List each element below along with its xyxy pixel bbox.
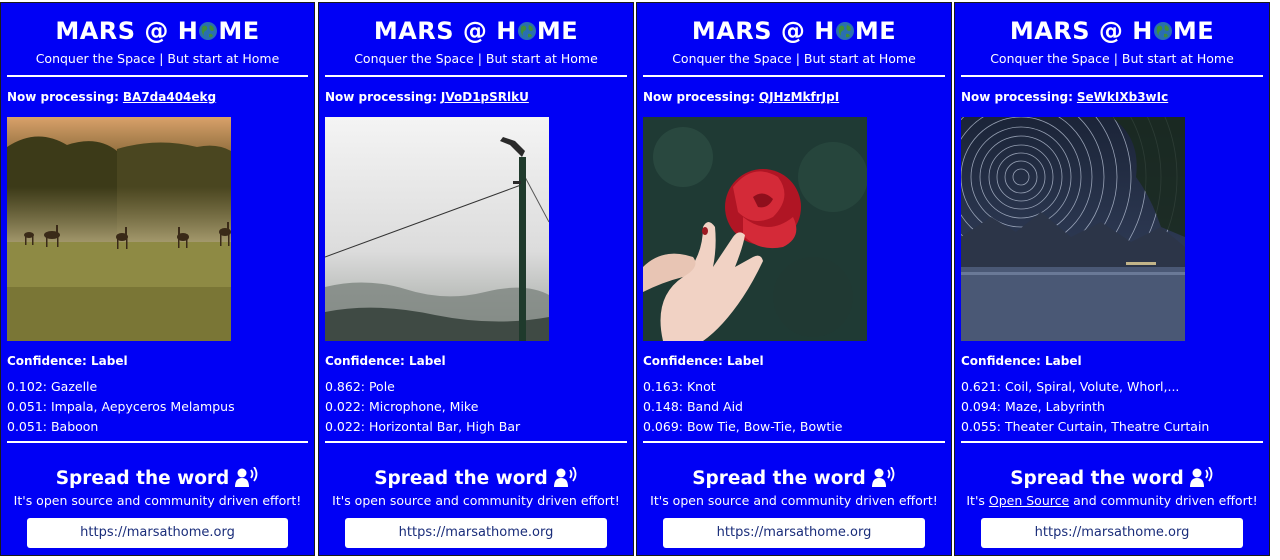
spread-title: Spread the word — [374, 468, 548, 489]
divider — [961, 441, 1263, 443]
title-left: MARS @ H — [55, 17, 199, 45]
image-id-link[interactable]: SeWkIXb3wIc — [1077, 90, 1168, 104]
processing-label: Now processing: — [961, 90, 1073, 104]
app-panel-4: MARS @ H ME Conquer the Space | But start… — [954, 2, 1270, 556]
spread-the-word-heading: Spread the word — [1, 466, 314, 492]
globe-icon — [517, 19, 537, 47]
processing-label: Now processing: — [643, 90, 755, 104]
image-id-link[interactable]: BA7da404ekg — [123, 90, 216, 104]
app-panel-2: MARS @ H ME Conquer the Space | But start… — [318, 2, 634, 556]
processing-status: Now processing: BA7da404ekg — [7, 90, 216, 104]
tagline-start: It's — [966, 493, 989, 508]
processing-label: Now processing: — [325, 90, 437, 104]
prediction-item: 0.022: Horizontal Bar, High Bar — [325, 419, 521, 434]
speaking-person-icon — [871, 466, 896, 492]
confidence-header: Confidence: Label — [643, 354, 764, 368]
processing-status: Now processing: QJHzMkfrJpI — [643, 90, 839, 104]
app-title: MARS @ H ME — [319, 17, 633, 47]
app-title: MARS @ H ME — [1, 17, 314, 47]
photo-utility-pole — [325, 117, 549, 341]
prediction-list: 0.102: Gazelle 0.051: Impala, Aepyceros … — [7, 377, 235, 437]
spread-title: Spread the word — [55, 468, 230, 489]
app-panel-3: MARS @ H ME Conquer the Space | But start… — [636, 2, 952, 556]
speaking-person-icon — [235, 466, 259, 492]
tagline-end: and community driven effort! — [1069, 493, 1258, 508]
spread-title: Spread the word — [692, 468, 866, 489]
divider — [961, 75, 1263, 77]
website-link-button[interactable]: https://marsathome.org — [345, 518, 607, 548]
processing-status: Now processing: JVoD1pSRlkU — [325, 90, 529, 104]
speaking-person-icon — [1189, 466, 1214, 492]
image-id-link[interactable]: JVoD1pSRlkU — [441, 90, 529, 104]
website-link-button[interactable]: https://marsathome.org — [981, 518, 1243, 548]
divider — [7, 441, 308, 443]
tagline: It's open source and community driven ef… — [13, 493, 302, 508]
divider — [7, 75, 308, 77]
spread-title: Spread the word — [1010, 468, 1184, 489]
photo-deer-field — [7, 117, 231, 341]
prediction-item: 0.055: Theater Curtain, Theatre Curtain — [961, 419, 1210, 434]
prediction-item: 0.094: Maze, Labyrinth — [961, 399, 1105, 414]
tagline: It's open source and community driven ef… — [332, 493, 620, 508]
website-link-button[interactable]: https://marsathome.org — [27, 518, 288, 548]
subtitle: Conquer the Space | But start at Home — [672, 51, 916, 66]
subtitle: Conquer the Space | But start at Home — [354, 51, 598, 66]
title-right: ME — [536, 17, 579, 45]
spread-the-word-heading: Spread the word — [637, 466, 951, 492]
app-panel-1: MARS @ H ME Conquer the Space | But start… — [0, 2, 315, 556]
subtitle: Conquer the Space | But start at Home — [990, 51, 1234, 66]
prediction-item: 0.163: Knot — [643, 379, 716, 394]
photo-star-trails — [961, 117, 1185, 341]
globe-icon — [198, 19, 218, 47]
processing-status: Now processing: SeWkIXb3wIc — [961, 90, 1168, 104]
tagline: It's open source and community driven ef… — [650, 493, 938, 508]
prediction-list: 0.862: Pole 0.022: Microphone, Mike 0.02… — [325, 377, 520, 437]
image-id-link[interactable]: QJHzMkfrJpI — [759, 90, 839, 104]
divider — [643, 441, 945, 443]
prediction-list: 0.163: Knot 0.148: Band Aid 0.069: Bow T… — [643, 377, 842, 437]
subtitle: Conquer the Space | But start at Home — [35, 51, 280, 66]
title-left: MARS @ H — [1009, 17, 1153, 45]
globe-icon — [1153, 19, 1173, 47]
prediction-item: 0.069: Bow Tie, Bow-Tie, Bowtie — [643, 419, 843, 434]
prediction-item: 0.102: Gazelle — [7, 379, 98, 394]
title-right: ME — [854, 17, 897, 45]
prediction-item: 0.051: Impala, Aepyceros Melampus — [7, 399, 235, 414]
website-link-button[interactable]: https://marsathome.org — [663, 518, 925, 548]
divider — [643, 75, 945, 77]
confidence-header: Confidence: Label — [7, 354, 128, 368]
processing-label: Now processing: — [7, 90, 119, 104]
prediction-item: 0.051: Baboon — [7, 419, 99, 434]
spread-the-word-heading: Spread the word — [955, 466, 1269, 492]
prediction-item: 0.022: Microphone, Mike — [325, 399, 479, 414]
prediction-item: 0.148: Band Aid — [643, 399, 743, 414]
confidence-header: Confidence: Label — [961, 354, 1082, 368]
spread-the-word-heading: Spread the word — [319, 466, 633, 492]
app-title: MARS @ H ME — [637, 17, 951, 47]
open-source-link[interactable]: Open Source — [989, 493, 1069, 508]
prediction-item: 0.862: Pole — [325, 379, 395, 394]
prediction-item: 0.621: Coil, Spiral, Volute, Whorl,... — [961, 379, 1180, 394]
divider — [325, 75, 627, 77]
title-left: MARS @ H — [691, 17, 835, 45]
prediction-list: 0.621: Coil, Spiral, Volute, Whorl,... 0… — [961, 377, 1209, 437]
confidence-header: Confidence: Label — [325, 354, 446, 368]
title-right: ME — [218, 17, 260, 45]
tagline: It's Open Source and community driven ef… — [955, 493, 1269, 508]
app-title: MARS @ H ME — [955, 17, 1269, 47]
divider — [325, 441, 627, 443]
speaking-person-icon — [553, 466, 578, 492]
title-right: ME — [1172, 17, 1215, 45]
title-left: MARS @ H — [373, 17, 517, 45]
globe-icon — [835, 19, 855, 47]
photo-hand-rose — [643, 117, 867, 341]
